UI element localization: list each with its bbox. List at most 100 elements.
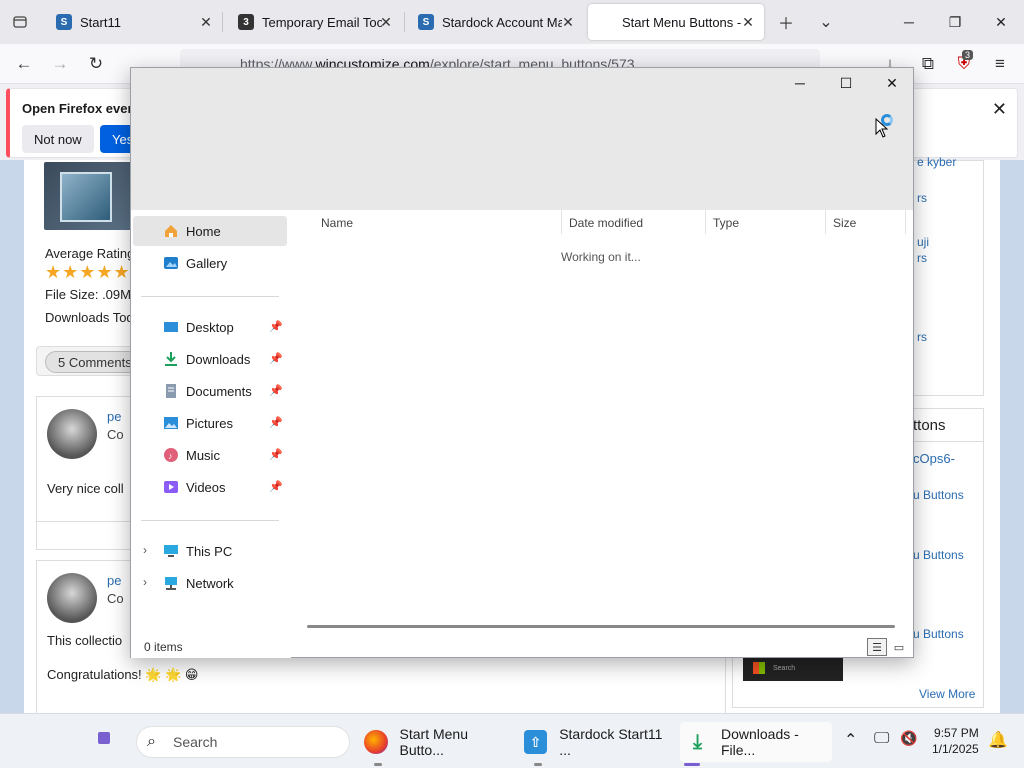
network-tray-icon[interactable]: 🖵 bbox=[874, 730, 889, 748]
nav-item-gallery[interactable]: Gallery bbox=[133, 248, 287, 278]
notifications-bell-icon[interactable]: 🔔 bbox=[988, 730, 1008, 750]
email-favicon: 3 bbox=[238, 14, 254, 30]
pin-icon[interactable]: 📌 bbox=[269, 416, 283, 429]
sidebar-item[interactable]: cOps6- bbox=[913, 451, 955, 466]
tiles-view-icon[interactable]: ▭ bbox=[889, 638, 909, 656]
network-icon bbox=[165, 577, 177, 590]
close-icon[interactable]: ✕ bbox=[198, 14, 214, 30]
reload-icon[interactable]: ↻ bbox=[84, 52, 108, 76]
comment-author[interactable]: pe bbox=[107, 573, 121, 588]
close-window-icon[interactable]: ✕ bbox=[978, 6, 1024, 38]
nav-item-home[interactable]: Home bbox=[133, 216, 287, 246]
menu-icon[interactable]: ≡ bbox=[988, 52, 1012, 76]
not-now-button[interactable]: Not now bbox=[22, 125, 94, 153]
nav-item-music[interactable]: ♪ Music 📌 bbox=[133, 440, 287, 470]
pin-icon[interactable]: 📌 bbox=[269, 352, 283, 365]
pin-icon[interactable]: 📌 bbox=[269, 448, 283, 461]
tab-temporary-email[interactable]: 3 Temporary Email Tools ✕ bbox=[228, 4, 402, 40]
search-icon: ⌕ bbox=[147, 733, 156, 750]
system-clock[interactable]: 9:57 PM 1/1/2025 bbox=[932, 725, 979, 757]
sidebar-link[interactable]: rs bbox=[917, 191, 927, 205]
nav-item-this-pc[interactable]: › This PC bbox=[133, 536, 287, 566]
nav-item-network[interactable]: › Network bbox=[133, 568, 287, 598]
tab-stardock-account[interactable]: S Stardock Account Man ✕ bbox=[408, 4, 584, 40]
comment-text: Very nice coll bbox=[47, 481, 124, 496]
file-explorer-window: ─ ☐ ✕ Home Gallery Desktop 📌 Downloads 📌… bbox=[130, 67, 914, 658]
nav-item-pictures[interactable]: Pictures 📌 bbox=[133, 408, 287, 438]
taskbar-app-start11[interactable]: ⇧ Stardock Start11 ... bbox=[524, 722, 674, 766]
taskbar-app-label: Downloads - File... bbox=[720, 726, 799, 758]
comment-author[interactable]: pe bbox=[107, 409, 121, 424]
this-pc-icon bbox=[164, 545, 178, 557]
start-button-icon[interactable] bbox=[98, 732, 110, 744]
sidebar-link[interactable]: rs bbox=[917, 330, 927, 344]
search-thumb-label: Search bbox=[773, 664, 796, 672]
clock-time: 9:57 PM bbox=[934, 726, 979, 740]
taskbar-app-label: Stardock Start11 ... bbox=[559, 726, 663, 758]
sidebar-link[interactable]: uji bbox=[917, 235, 929, 249]
nav-label: Downloads bbox=[186, 352, 251, 367]
back-icon[interactable]: ← bbox=[12, 52, 36, 76]
pin-icon[interactable]: 📌 bbox=[269, 480, 283, 493]
maximize-icon[interactable]: ☐ bbox=[823, 70, 869, 96]
close-icon[interactable]: ✕ bbox=[869, 70, 915, 96]
view-more-link[interactable]: View More bbox=[919, 687, 975, 701]
nav-item-documents[interactable]: Documents 📌 bbox=[133, 376, 287, 406]
skin-thumbnail[interactable] bbox=[44, 162, 134, 230]
horizontal-scrollbar[interactable] bbox=[307, 625, 895, 628]
chevron-right-icon[interactable]: › bbox=[143, 543, 147, 557]
chevron-down-icon[interactable]: ⌄ bbox=[814, 10, 838, 34]
downloads-today: Downloads Tod bbox=[45, 310, 134, 325]
avatar[interactable] bbox=[47, 573, 97, 623]
sidebar-item[interactable]: u Buttons bbox=[913, 627, 964, 641]
nav-item-downloads[interactable]: Downloads 📌 bbox=[133, 344, 287, 374]
pin-icon[interactable]: 📌 bbox=[269, 320, 283, 333]
search-bar-thumbnail[interactable]: Search bbox=[743, 655, 843, 681]
gallery-icon bbox=[164, 257, 178, 269]
volume-muted-icon[interactable]: 🔇 bbox=[900, 730, 917, 747]
sidebar-link[interactable]: rs bbox=[917, 251, 927, 265]
tab-label: Start Menu Buttons - W bbox=[622, 14, 742, 30]
close-icon[interactable]: ✕ bbox=[378, 14, 394, 30]
chevron-up-icon[interactable]: ⌃ bbox=[844, 730, 857, 750]
start11-favicon: S bbox=[56, 14, 72, 30]
sidebar-item[interactable]: u Buttons bbox=[913, 488, 964, 502]
nav-label: Home bbox=[186, 224, 221, 239]
forward-icon[interactable]: → bbox=[48, 52, 72, 76]
details-view-icon[interactable]: ☰ bbox=[867, 638, 887, 656]
tab-start-menu-buttons[interactable]: Start Menu Buttons - W ✕ bbox=[588, 4, 764, 40]
sidebar-item[interactable]: u Buttons bbox=[913, 548, 964, 562]
column-header-type[interactable]: Type bbox=[713, 216, 739, 230]
comment-author-sub: Co bbox=[107, 591, 124, 606]
downloads-icon: ⤓ bbox=[693, 730, 702, 753]
column-header-name[interactable]: Name bbox=[321, 216, 353, 230]
extensions-icon[interactable]: ⧉ bbox=[916, 52, 940, 76]
taskbar-search[interactable]: ⌕ Search bbox=[136, 726, 350, 758]
chevron-right-icon[interactable]: › bbox=[143, 575, 147, 589]
wincustomize-favicon bbox=[598, 14, 614, 30]
pin-icon[interactable]: 📌 bbox=[269, 384, 283, 397]
avatar[interactable] bbox=[47, 409, 97, 459]
stardock-favicon: S bbox=[418, 14, 434, 30]
minimize-icon[interactable]: ─ bbox=[777, 70, 823, 96]
close-icon[interactable]: ✕ bbox=[992, 99, 1007, 120]
tab-list-icon[interactable] bbox=[8, 10, 32, 34]
nav-label: Documents bbox=[186, 384, 252, 399]
column-header-date-modified[interactable]: Date modified bbox=[569, 216, 643, 230]
new-tab-icon[interactable]: ＋ bbox=[774, 10, 798, 34]
taskbar-app-file-explorer[interactable]: ⤓ Downloads - File... bbox=[680, 722, 832, 766]
nav-item-desktop[interactable]: Desktop 📌 bbox=[133, 312, 287, 342]
nav-item-videos[interactable]: Videos 📌 bbox=[133, 472, 287, 502]
column-header-size[interactable]: Size bbox=[833, 216, 856, 230]
nav-label: This PC bbox=[186, 544, 233, 559]
close-icon[interactable]: ✕ bbox=[740, 14, 756, 30]
svg-text:♪: ♪ bbox=[168, 451, 173, 461]
windows-logo-icon bbox=[753, 662, 765, 674]
sidebar-link[interactable]: e kyber bbox=[917, 155, 956, 169]
restore-icon[interactable]: ❐ bbox=[932, 6, 978, 38]
minimize-icon[interactable]: ─ bbox=[886, 6, 932, 38]
close-icon[interactable]: ✕ bbox=[560, 14, 576, 30]
taskbar-app-firefox[interactable]: Start Menu Butto... bbox=[364, 722, 514, 766]
clock-date: 1/1/2025 bbox=[932, 742, 979, 756]
tab-start11[interactable]: S Start11 ✕ bbox=[46, 4, 222, 40]
